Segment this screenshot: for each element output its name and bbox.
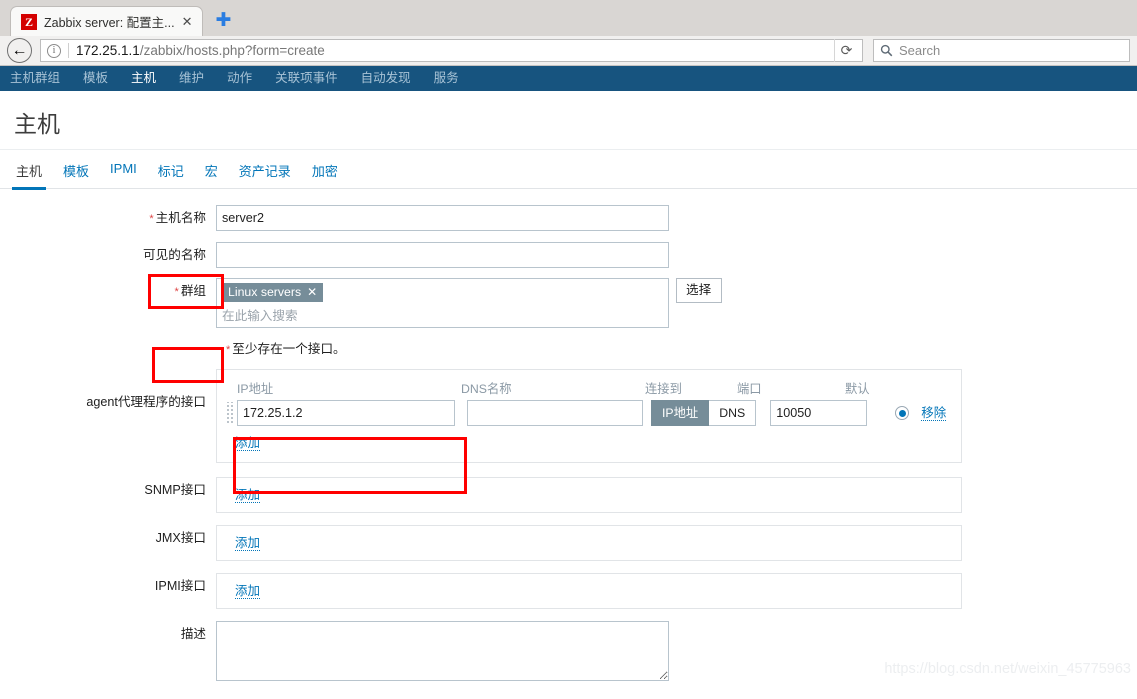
ipmi-interface-label: IPMI接口 (154, 579, 206, 593)
field-ipmi-interfaces: IPMI接口 添加 (0, 573, 1137, 609)
page-title: 主机 (14, 111, 60, 137)
description-label: 描述 (180, 627, 206, 641)
col-ip-address: IP地址 (237, 382, 274, 396)
host-name-input[interactable] (216, 205, 669, 231)
browser-tab-title: Zabbix server: 配置主... (44, 16, 175, 30)
ipmi-interface-box: 添加 (216, 573, 962, 609)
interface-remove-link[interactable]: 移除 (921, 406, 947, 421)
tab-encryption[interactable]: 加密 (312, 161, 338, 188)
group-chip-label: Linux servers (228, 285, 302, 299)
nav-item-maintenance[interactable]: 维护 (179, 66, 204, 91)
col-port: 端口 (737, 382, 762, 396)
interface-dns-input[interactable] (467, 400, 643, 426)
url-text: 172.25.1.1/zabbix/hosts.php?form=create (76, 43, 325, 58)
jmx-interface-label: JMX接口 (155, 531, 206, 545)
zabbix-favicon-icon: Z (21, 13, 37, 30)
tab-ipmi[interactable]: IPMI (110, 161, 137, 188)
nav-item-hostgroups[interactable]: 主机群组 (10, 66, 60, 91)
form-tabs: 主机 模板 IPMI 标记 宏 资产记录 加密 (0, 150, 1137, 190)
page-content: 主机 主机 模板 IPMI 标记 宏 资产记录 加密 *主机名称 可见的名称 *… (0, 91, 1137, 699)
visible-name-input[interactable] (216, 242, 669, 268)
address-bar[interactable]: i 172.25.1.1/zabbix/hosts.php?form=creat… (40, 39, 863, 62)
nav-item-actions[interactable]: 动作 (227, 66, 252, 91)
host-form: *主机名称 可见的名称 *群组 Linux servers ✕ 在此输入搜索 选… (0, 189, 1137, 681)
description-textarea[interactable] (216, 621, 669, 681)
col-default: 默认 (845, 382, 870, 396)
nav-item-discovery[interactable]: 自动发现 (361, 66, 411, 91)
tab-host[interactable]: 主机 (11, 161, 47, 190)
url-path: /zabbix/hosts.php?form=create (139, 43, 325, 58)
page-header: 主机 (0, 91, 1137, 150)
group-chip-remove-icon[interactable]: ✕ (307, 284, 317, 300)
jmx-interface-add-link[interactable]: 添加 (235, 536, 261, 551)
field-jmx-interfaces: JMX接口 添加 (0, 525, 1137, 561)
tab-inventory[interactable]: 资产记录 (239, 161, 291, 188)
required-asterisk: * (226, 344, 231, 356)
groups-multiselect[interactable]: Linux servers ✕ 在此输入搜索 (216, 278, 669, 328)
browser-chrome: Z Zabbix server: 配置主... ✕ ✚ ← i 172.25.1… (0, 0, 1137, 66)
agent-interface-columns: IP地址 DNS名称 连接到 端口 默认 (225, 379, 951, 397)
watermark: https://blog.csdn.net/weixin_45775963 (884, 661, 1131, 677)
page-info-icon[interactable]: i (47, 43, 61, 58)
snmp-interface-label: SNMP接口 (144, 483, 206, 497)
browser-toolbar: ← i 172.25.1.1/zabbix/hosts.php?form=cre… (0, 36, 1137, 65)
interface-ip-input[interactable] (237, 400, 455, 426)
col-connect-to: 连接到 (645, 382, 682, 396)
url-separator (68, 43, 69, 58)
nav-item-correlated-events[interactable]: 关联项事件 (275, 66, 338, 91)
required-asterisk: * (174, 286, 179, 298)
field-host-name: * 主机名称 (0, 205, 1137, 232)
radio-dot-icon (898, 409, 906, 417)
search-placeholder: Search (899, 43, 941, 58)
jmx-interface-box: 添加 (216, 525, 962, 561)
agent-interface-row: IP地址 DNS 移除 (225, 400, 951, 426)
field-agent-interfaces: agent代理程序的接口 IP地址 DNS名称 连接到 端口 默认 IP地址 D… (0, 369, 1137, 463)
browser-tab[interactable]: Z Zabbix server: 配置主... ✕ (10, 6, 203, 36)
col-dns-name: DNS名称 (461, 382, 512, 396)
groups-label: * 群组 (174, 284, 206, 298)
close-icon[interactable]: ✕ (182, 15, 193, 28)
nav-item-templates[interactable]: 模板 (83, 66, 108, 91)
connect-to-dns-button[interactable]: DNS (709, 400, 757, 426)
groups-search-placeholder: 在此输入搜索 (222, 309, 298, 323)
url-host: 172.25.1.1 (76, 43, 140, 58)
agent-interface-add-link[interactable]: 添加 (235, 436, 261, 451)
connect-to-ip-button[interactable]: IP地址 (651, 400, 710, 426)
agent-interface-box: IP地址 DNS名称 连接到 端口 默认 IP地址 DNS (216, 369, 962, 463)
connect-to-toggle: IP地址 DNS (651, 400, 757, 426)
back-icon[interactable]: ← (7, 38, 32, 63)
nav-item-services[interactable]: 服务 (434, 66, 459, 91)
new-tab-icon[interactable]: ✚ (211, 8, 237, 34)
browser-search-bar[interactable]: Search (873, 39, 1130, 62)
tab-strip: Z Zabbix server: 配置主... ✕ ✚ (0, 0, 1137, 36)
interface-default-radio[interactable] (895, 406, 910, 420)
tab-templates[interactable]: 模板 (63, 161, 89, 188)
drag-handle-icon[interactable] (225, 402, 234, 424)
tab-macros[interactable]: 宏 (205, 161, 218, 188)
snmp-interface-add-link[interactable]: 添加 (235, 488, 261, 503)
field-groups: * 群组 Linux servers ✕ 在此输入搜索 选择 (0, 278, 1137, 328)
group-chip[interactable]: Linux servers ✕ (222, 283, 324, 302)
ipmi-interface-add-link[interactable]: 添加 (235, 584, 261, 599)
visible-name-label: 可见的名称 (143, 248, 206, 262)
snmp-interface-box: 添加 (216, 477, 962, 513)
zabbix-top-nav: 主机群组 模板 主机 维护 动作 关联项事件 自动发现 服务 (0, 66, 1137, 94)
host-name-label: * 主机名称 (149, 211, 206, 225)
tab-tags[interactable]: 标记 (158, 161, 184, 188)
agent-interface-label: agent代理程序的接口 (86, 395, 206, 409)
groups-select-button[interactable]: 选择 (676, 278, 722, 303)
nav-item-hosts[interactable]: 主机 (131, 66, 157, 94)
field-visible-name: 可见的名称 (0, 242, 1137, 268)
field-snmp-interfaces: SNMP接口 添加 (0, 477, 1137, 513)
required-asterisk: * (149, 213, 154, 225)
search-icon (880, 44, 893, 57)
agent-interface-add-wrap: 添加 (235, 434, 951, 452)
interfaces-hint: * 至少存在一个接口。 (226, 342, 346, 356)
reload-icon[interactable]: ⟳ (834, 39, 858, 62)
interface-port-input[interactable] (770, 400, 868, 426)
